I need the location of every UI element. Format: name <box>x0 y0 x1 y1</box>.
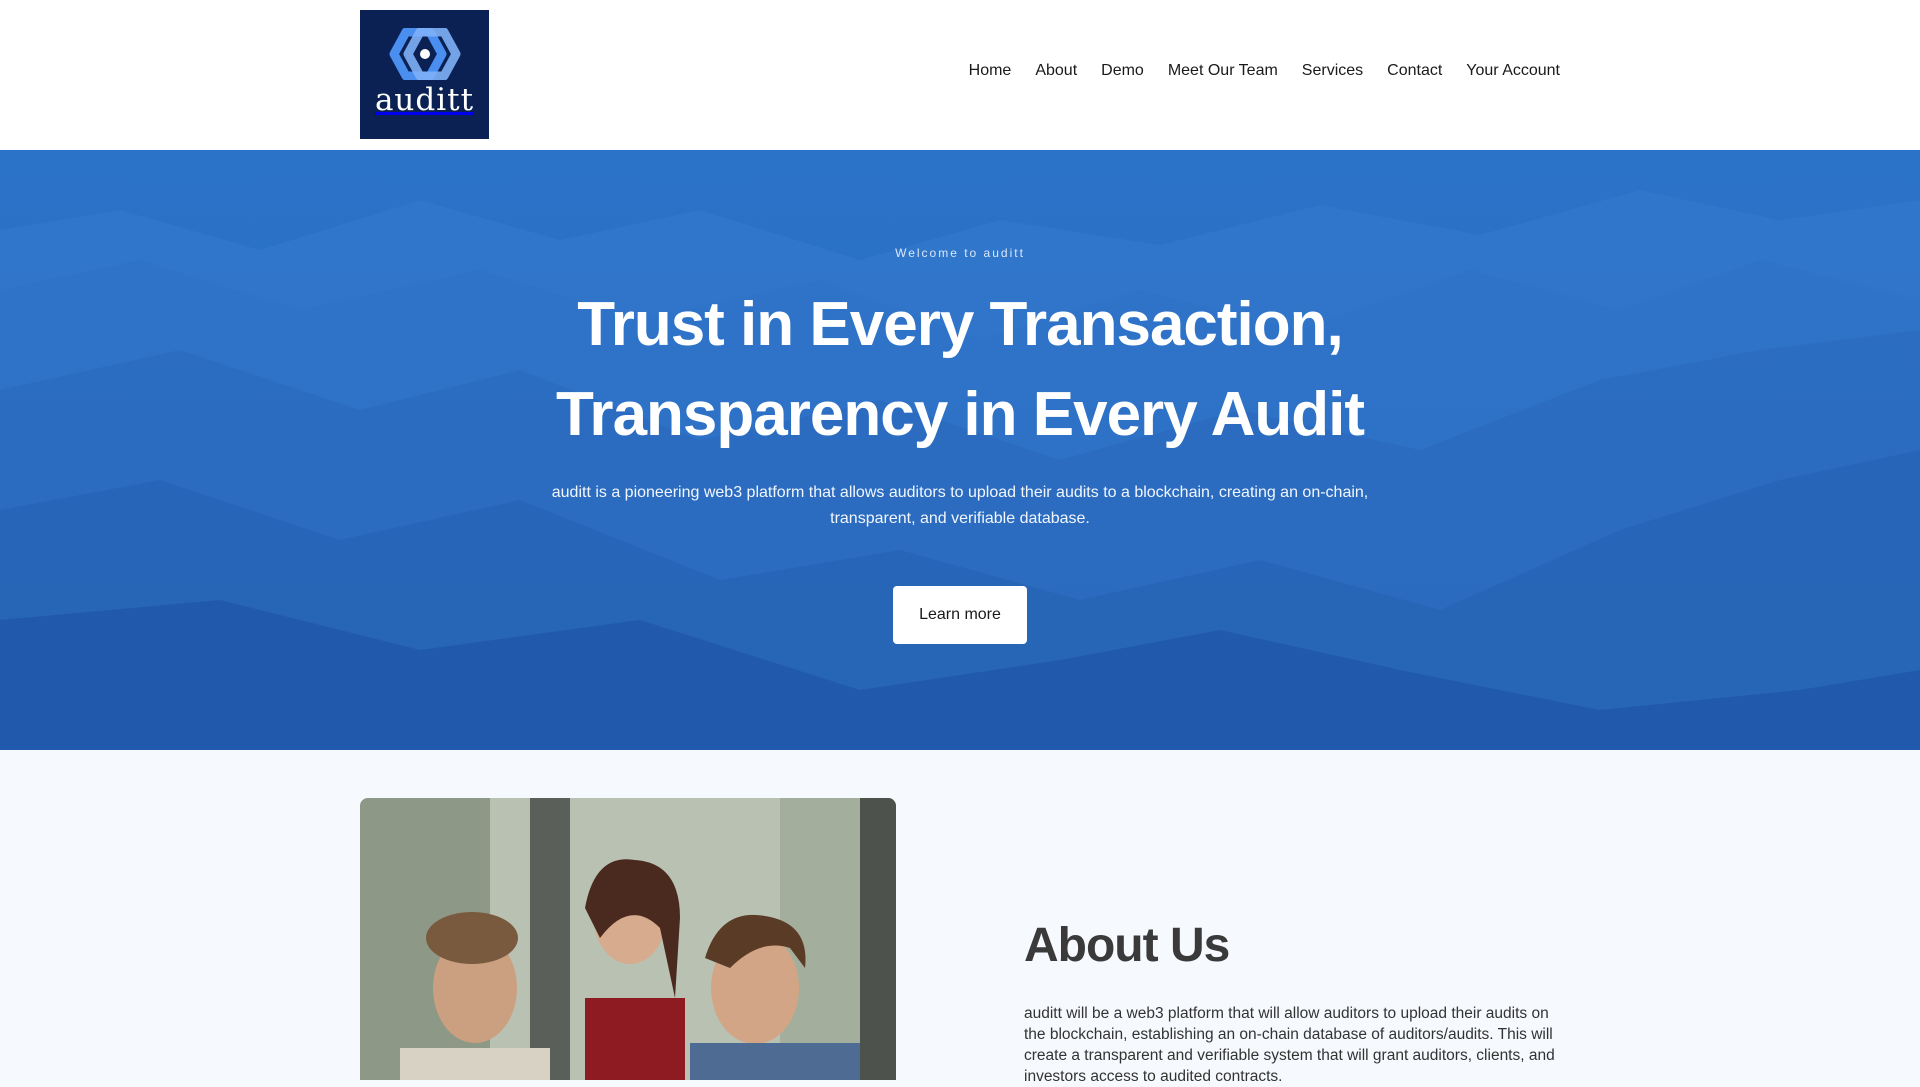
nav-services[interactable]: Services <box>1302 62 1363 80</box>
brand-logo[interactable]: auditt <box>360 10 489 139</box>
hero-headline-line-2: Transparency in Every Audit <box>555 380 1365 449</box>
learn-more-button[interactable]: Learn more <box>893 586 1027 644</box>
auditt-hexagon-logo-icon <box>389 28 460 80</box>
brand-name: auditt <box>374 82 475 118</box>
nav-demo[interactable]: Demo <box>1101 62 1144 80</box>
nav-about[interactable]: About <box>1035 62 1077 80</box>
team-photo-illustration <box>360 798 896 1080</box>
hero-section: Welcome to auditt Trust in Every Transac… <box>0 150 1920 750</box>
site-header: auditt Home About Demo Meet Our Team Ser… <box>0 0 1920 150</box>
nav-meet-our-team[interactable]: Meet Our Team <box>1168 62 1278 80</box>
nav-your-account[interactable]: Your Account <box>1466 62 1560 80</box>
about-text: auditt will be a web3 platform that will… <box>1024 1005 1555 1085</box>
hero-headline-line-1: Trust in Every Transaction, <box>577 290 1343 359</box>
main-nav: Home About Demo Meet Our Team Services C… <box>969 62 1560 80</box>
hero-content: Welcome to auditt Trust in Every Transac… <box>0 150 1920 750</box>
hero-headline: Trust in Every Transaction, Transparency… <box>0 280 1920 460</box>
hero-eyebrow: Welcome to auditt <box>895 246 1025 260</box>
nav-contact[interactable]: Contact <box>1387 62 1442 80</box>
about-title: About Us <box>1024 919 1230 972</box>
nav-home[interactable]: Home <box>969 62 1012 80</box>
hero-subtext: auditt is a pioneering web3 platform tha… <box>551 484 1369 527</box>
about-team-photo <box>360 798 896 1080</box>
